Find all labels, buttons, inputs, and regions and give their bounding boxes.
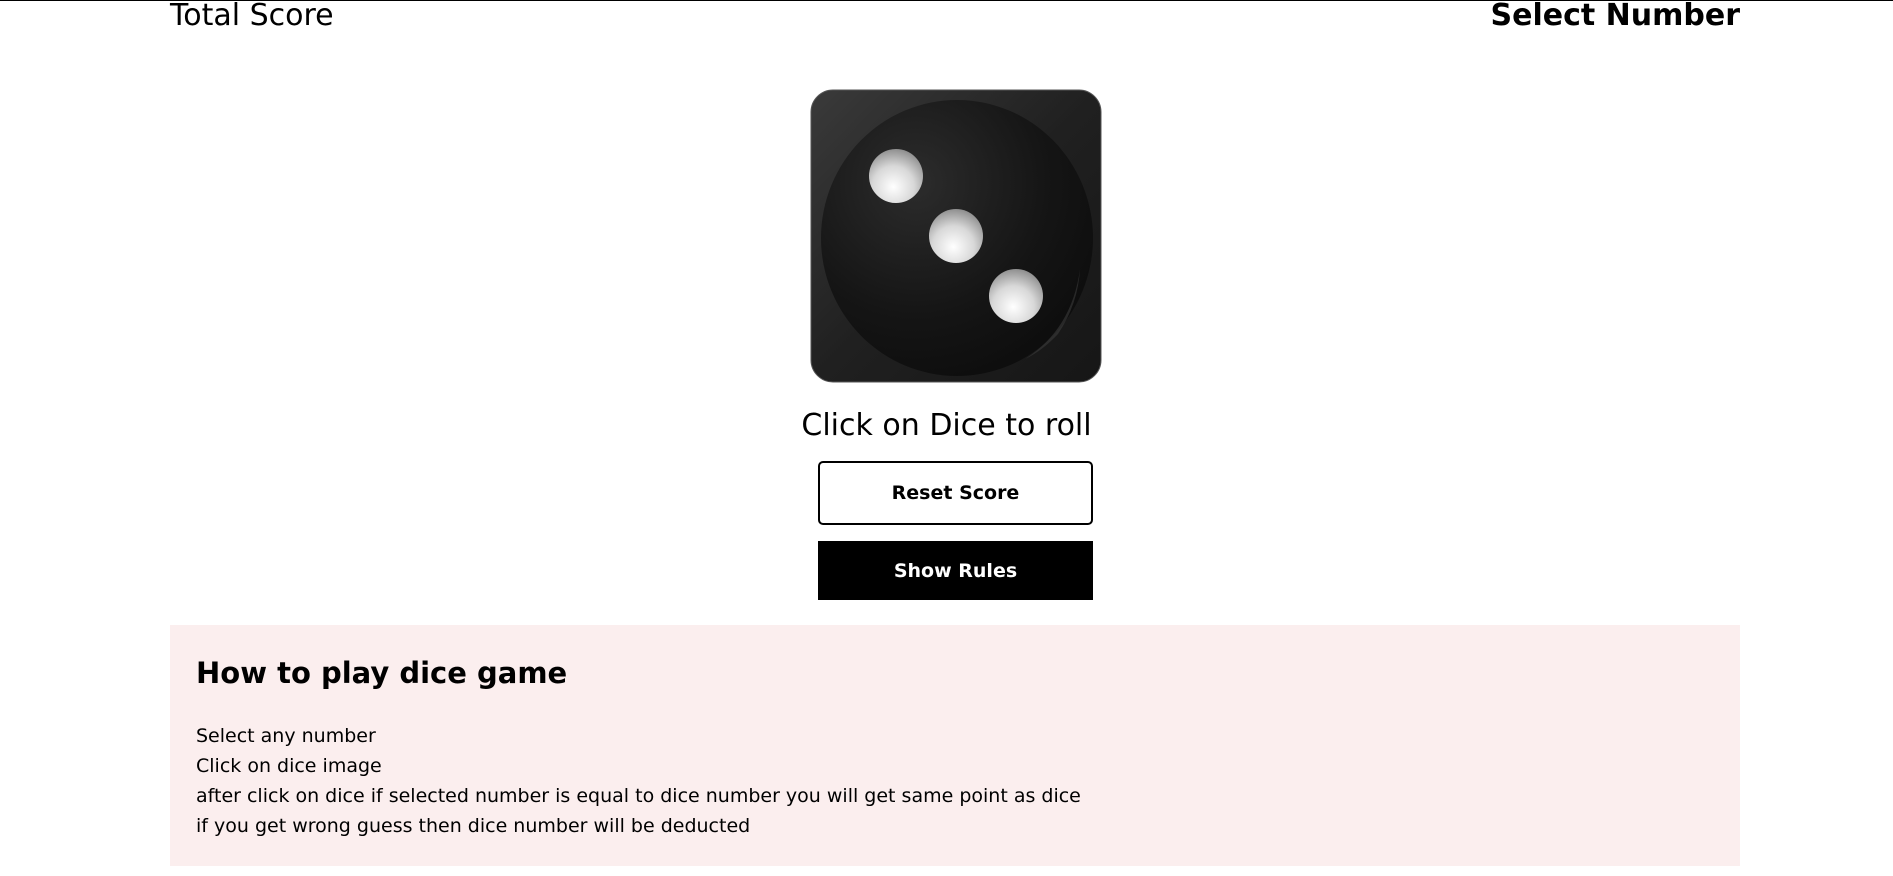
rules-line: Select any number bbox=[196, 725, 376, 747]
total-score-label: Total Score bbox=[170, 0, 334, 33]
roll-hint-text: Click on Dice to roll bbox=[801, 408, 1092, 443]
rules-line: Click on dice image bbox=[196, 755, 382, 777]
reset-score-button[interactable]: Reset Score bbox=[818, 461, 1093, 525]
pip bbox=[989, 269, 1043, 323]
select-number-label: Select Number bbox=[1490, 0, 1741, 33]
dice-game-page: Total Score Select Number Click on Dice … bbox=[0, 0, 1893, 876]
dice-three-icon bbox=[810, 89, 1102, 383]
rules-line: after click on dice if selected number i… bbox=[196, 785, 1081, 807]
dice-image[interactable] bbox=[810, 89, 1102, 383]
rules-panel: How to play dice game Select any number … bbox=[170, 625, 1740, 866]
rules-line: if you get wrong guess then dice number … bbox=[196, 815, 751, 837]
header: Total Score Select Number bbox=[170, 0, 1740, 40]
pip bbox=[869, 149, 923, 203]
rules-title: How to play dice game bbox=[196, 656, 568, 690]
show-rules-button[interactable]: Show Rules bbox=[818, 541, 1093, 600]
pip bbox=[929, 209, 983, 263]
